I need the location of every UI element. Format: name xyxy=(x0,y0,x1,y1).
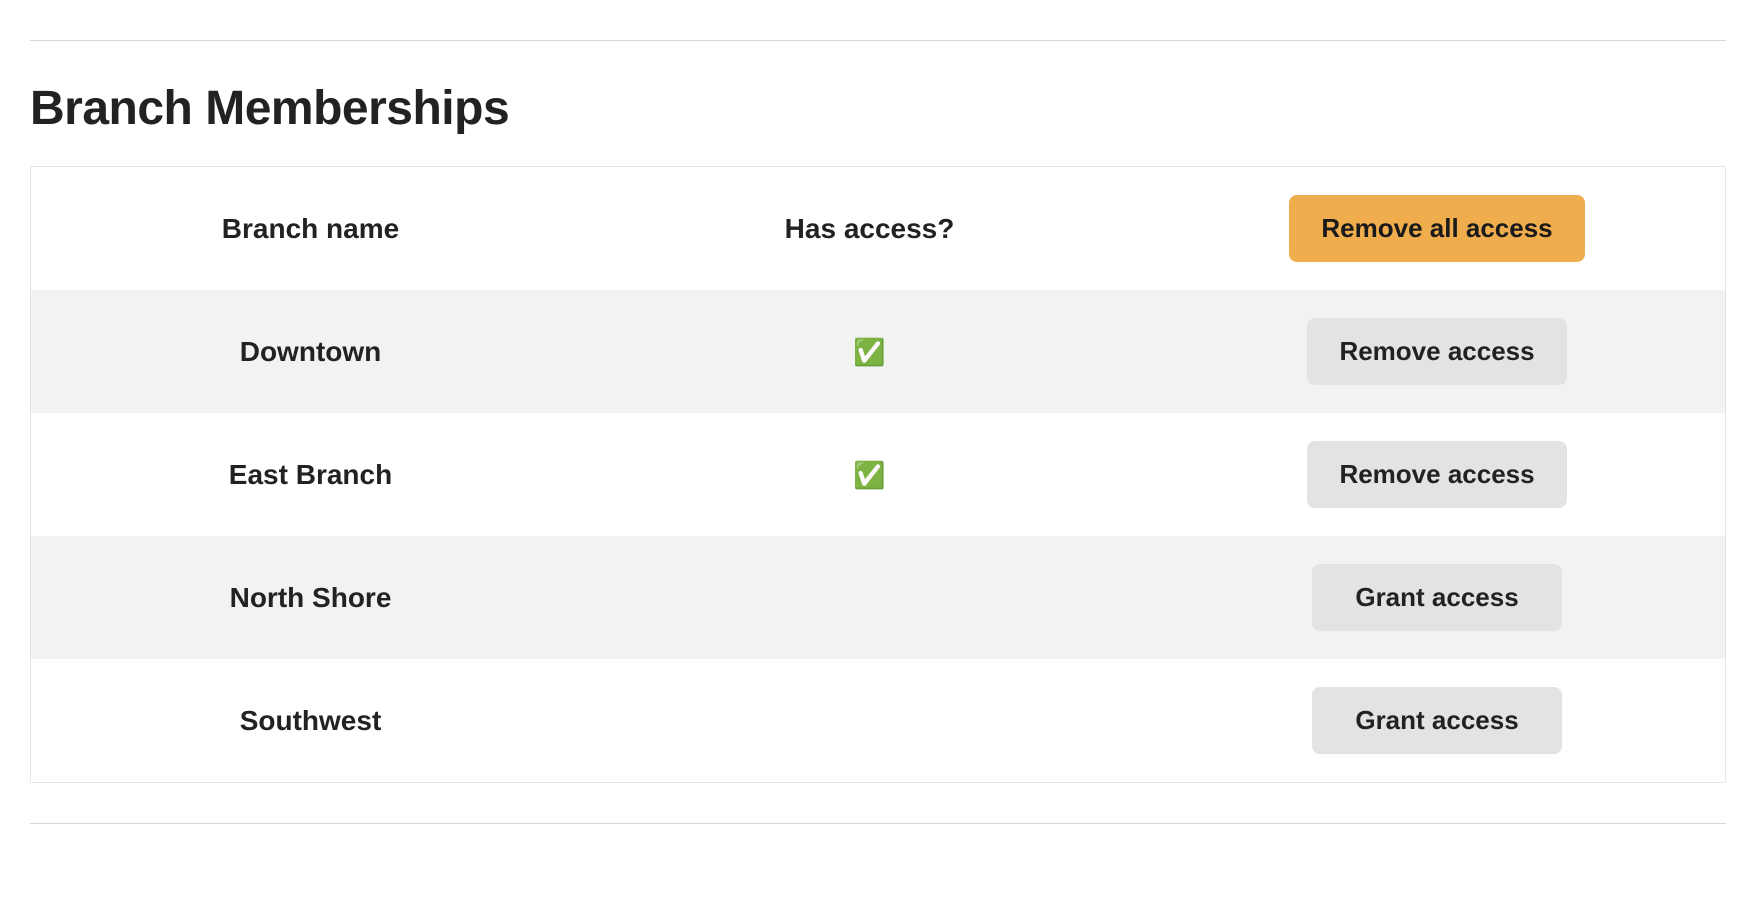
branch-name-cell: East Branch xyxy=(31,413,590,536)
branch-name-cell: North Shore xyxy=(31,536,590,659)
check-icon: ✅ xyxy=(853,460,885,491)
grant-access-button[interactable]: Grant access xyxy=(1312,564,1562,631)
bottom-divider xyxy=(30,823,1726,824)
col-header-branch-name: Branch name xyxy=(31,167,590,290)
col-header-action: Remove all access xyxy=(1149,167,1725,290)
table-header-row: Branch name Has access? Remove all acces… xyxy=(31,167,1725,290)
action-cell: Grant access xyxy=(1149,536,1725,659)
top-divider xyxy=(30,40,1726,41)
table-row: East Branch ✅ Remove access xyxy=(31,413,1725,536)
remove-access-button[interactable]: Remove access xyxy=(1307,318,1566,385)
has-access-cell xyxy=(590,659,1149,782)
grant-access-button[interactable]: Grant access xyxy=(1312,687,1562,754)
check-icon: ✅ xyxy=(853,337,885,368)
branch-name-cell: Southwest xyxy=(31,659,590,782)
page-title: Branch Memberships xyxy=(30,81,1726,136)
action-cell: Remove access xyxy=(1149,413,1725,536)
table-row: North Shore Grant access xyxy=(31,536,1725,659)
action-cell: Remove access xyxy=(1149,290,1725,413)
action-cell: Grant access xyxy=(1149,659,1725,782)
remove-all-access-button[interactable]: Remove all access xyxy=(1289,195,1584,262)
has-access-cell xyxy=(590,536,1149,659)
table-row: Downtown ✅ Remove access xyxy=(31,290,1725,413)
has-access-cell: ✅ xyxy=(590,413,1149,536)
col-header-has-access: Has access? xyxy=(590,167,1149,290)
table-row: Southwest Grant access xyxy=(31,659,1725,782)
branch-name-cell: Downtown xyxy=(31,290,590,413)
remove-access-button[interactable]: Remove access xyxy=(1307,441,1566,508)
branch-memberships-table: Branch name Has access? Remove all acces… xyxy=(30,166,1726,783)
has-access-cell: ✅ xyxy=(590,290,1149,413)
